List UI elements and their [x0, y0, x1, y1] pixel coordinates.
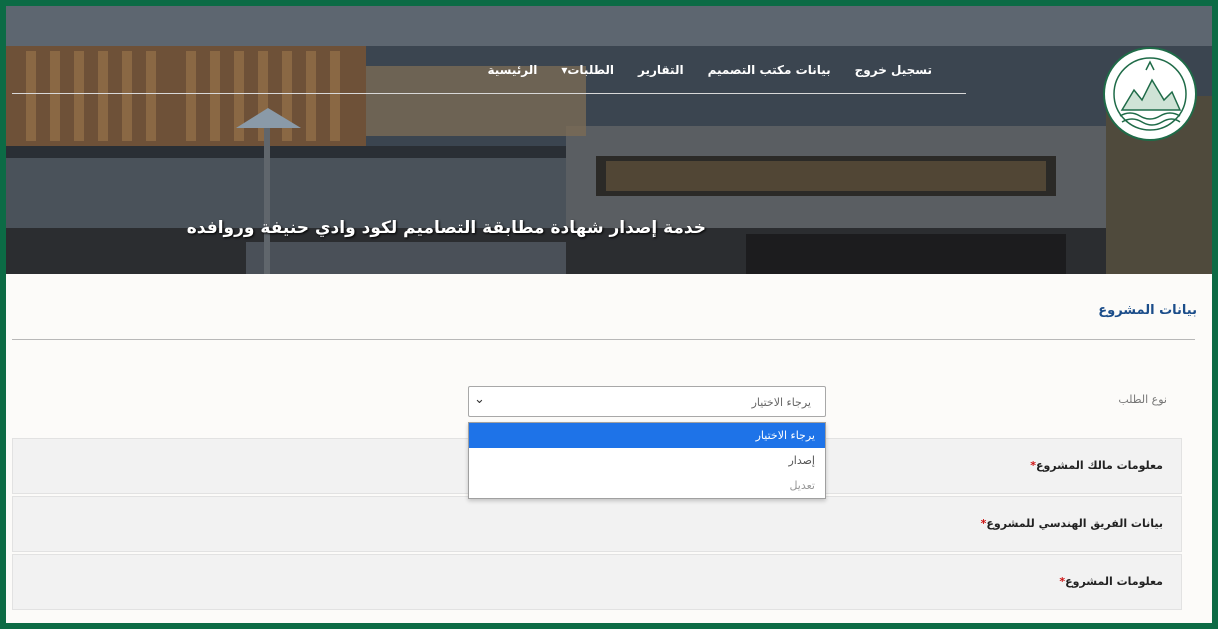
project-data-title: بيانات المشروع [1098, 303, 1197, 318]
nav-home-link[interactable]: الرئيسية [487, 63, 537, 77]
nav-reports-link[interactable]: التقارير [638, 63, 684, 77]
chevron-down-icon[interactable]: ⌄ [474, 392, 485, 407]
hero-banner: الرئيسية الطلبات▾ التقارير بيانات مكتب ا… [6, 6, 1212, 274]
request-type-label: نوع الطلب [1118, 393, 1167, 406]
option-choose[interactable]: يرجاء الاختيار [469, 423, 825, 448]
project-info-label: معلومات المشروع [1065, 575, 1163, 588]
hero-title: خدمة إصدار شهادة مطابقة التصاميم لكود وا… [186, 218, 706, 238]
request-type-dropdown: يرجاء الاختيار إصدار تعديل [468, 422, 826, 499]
engineering-team-panel[interactable]: بيانات الفريق الهندسي للمشروع* [12, 496, 1182, 552]
nav-divider [12, 93, 966, 94]
nav-requests-menu[interactable]: الطلبات▾ [561, 63, 614, 77]
section-divider [12, 339, 1195, 340]
nav-logout-link[interactable]: تسجيل خروج [855, 63, 932, 77]
option-issue[interactable]: إصدار [469, 448, 825, 473]
app-frame: الرئيسية الطلبات▾ التقارير بيانات مكتب ا… [0, 0, 1218, 629]
owner-info-label: معلومات مالك المشروع [1035, 459, 1163, 472]
nav-office-data-link[interactable]: بيانات مكتب التصميم [708, 63, 831, 77]
option-modify[interactable]: تعديل [469, 473, 825, 498]
project-info-panel[interactable]: معلومات المشروع* [12, 554, 1182, 610]
main-nav: الرئيسية الطلبات▾ التقارير بيانات مكتب ا… [487, 63, 932, 77]
request-type-value: يرجاء الاختيار [751, 396, 811, 409]
authority-emblem-icon[interactable] [1102, 46, 1198, 142]
request-type-select[interactable]: يرجاء الاختيار ⌄ [468, 386, 826, 417]
engineering-team-label: بيانات الفريق الهندسي للمشروع [986, 517, 1163, 530]
